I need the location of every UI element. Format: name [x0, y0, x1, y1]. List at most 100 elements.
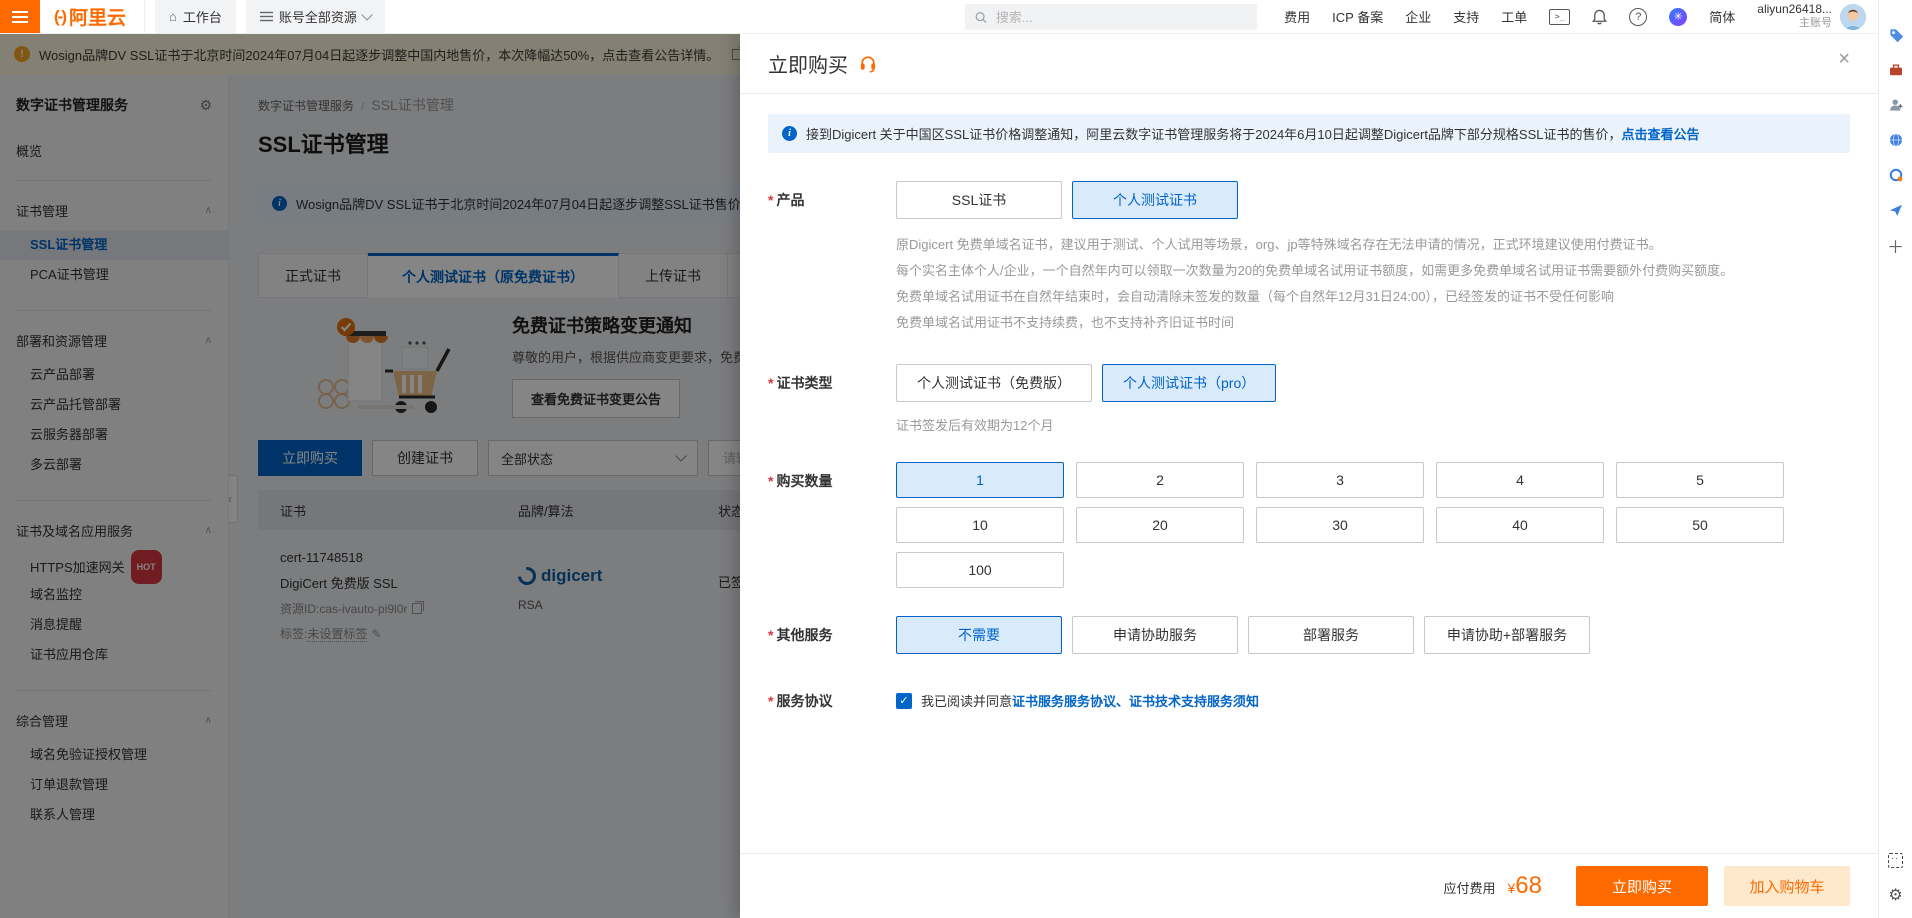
cert-type-option-free[interactable]: 个人测试证书（免费版）: [896, 364, 1092, 402]
quantity-option-1[interactable]: 1: [896, 462, 1064, 498]
home-icon: ⌂: [169, 10, 177, 23]
buy-drawer: 立即购买 × i 接到Digicert 关于中国区SSL证书价格调整通知，阿里云…: [740, 33, 1878, 918]
cert-type-note: 证书签发后有效期为12个月: [896, 415, 1850, 434]
quantity-option-50[interactable]: 50: [1616, 507, 1784, 543]
menu-enterprise[interactable]: 企业: [1405, 7, 1431, 26]
cert-type-option-pro[interactable]: 个人测试证书（pro）: [1102, 364, 1276, 402]
workbench-button[interactable]: ⌂ 工作台: [155, 0, 236, 33]
product-option-ssl[interactable]: SSL证书: [896, 181, 1062, 219]
agreement-label: *服务协议: [768, 682, 896, 711]
settings-gear-icon[interactable]: ⚙: [1887, 886, 1905, 904]
info-icon: i: [782, 126, 797, 141]
menu-support[interactable]: 支持: [1453, 7, 1479, 26]
quantity-option-20[interactable]: 20: [1076, 507, 1244, 543]
notifications-bell-icon[interactable]: [1592, 9, 1607, 25]
desc-line-4: 免费单域名试用证书不支持续费，也不支持补齐旧证书时间: [896, 310, 1850, 336]
price-adjustment-notice: i 接到Digicert 关于中国区SSL证书价格调整通知，阿里云数字证书管理服…: [768, 114, 1850, 153]
price-adjustment-text: 接到Digicert 关于中国区SSL证书价格调整通知，阿里云数字证书管理服务将…: [806, 124, 1700, 143]
service-option-none[interactable]: 不需要: [896, 616, 1062, 654]
account-name: aliyun26418...: [1757, 2, 1832, 17]
headset-support-icon[interactable]: [858, 53, 878, 73]
search-icon: [975, 11, 987, 24]
view-announcement-link[interactable]: 点击查看公告: [1622, 127, 1700, 142]
other-services-row: *其他服务 不需要 申请协助服务 部署服务 申请协助+部署服务: [768, 616, 1850, 654]
globe-icon[interactable]: [1887, 131, 1905, 149]
send-icon[interactable]: [1887, 201, 1905, 219]
close-icon[interactable]: ×: [1838, 49, 1850, 69]
desc-line-1: 原Digicert 免费单域名证书，建议用于测试、个人试用等场景，org、jp等…: [896, 232, 1850, 258]
quantity-row: *购买数量 1 2 3 4 5 10 20 30 40 50 100: [768, 462, 1850, 588]
hamburger-menu-icon[interactable]: [0, 0, 40, 33]
required-asterisk: *: [768, 192, 773, 208]
cert-type-label: *证书类型: [768, 364, 896, 434]
avatar[interactable]: [1840, 4, 1866, 30]
other-services-controls: 不需要 申请协助服务 部署服务 申请协助+部署服务: [896, 616, 1850, 654]
menu-icp[interactable]: ICP 备案: [1332, 7, 1383, 26]
topbar: (-) 阿里云 ⌂ 工作台 账号全部资源 费用 ICP 备案 企业 支持 工单 …: [0, 0, 1912, 34]
account-text: aliyun26418... 主账号: [1757, 2, 1832, 31]
product-description: 原Digicert 免费单域名证书，建议用于测试、个人试用等场景，org、jp等…: [896, 232, 1850, 336]
agreement-row: *服务协议 ✓ 我已阅读并同意证书服务服务协议、证书技术支持服务须知: [768, 682, 1850, 711]
product-option-personal-test[interactable]: 个人测试证书: [1072, 181, 1238, 219]
quantity-option-10[interactable]: 10: [896, 507, 1064, 543]
cert-type-row: *证书类型 个人测试证书（免费版） 个人测试证书（pro） 证书签发后有效期为1…: [768, 364, 1850, 434]
agreement-links[interactable]: 证书服务服务协议、证书技术支持服务须知: [1012, 694, 1259, 709]
toolbox-icon[interactable]: [1887, 61, 1905, 79]
storage-icon[interactable]: [1887, 166, 1905, 184]
service-option-deploy[interactable]: 部署服务: [1248, 616, 1414, 654]
agreement-text: 我已阅读并同意证书服务服务协议、证书技术支持服务须知: [921, 691, 1259, 710]
required-asterisk: *: [768, 375, 773, 391]
cert-type-controls: 个人测试证书（免费版） 个人测试证书（pro） 证书签发后有效期为12个月: [896, 364, 1850, 434]
quantity-option-40[interactable]: 40: [1436, 507, 1604, 543]
global-search[interactable]: [965, 4, 1257, 30]
agreement-controls: ✓ 我已阅读并同意证书服务服务协议、证书技术支持服务须知: [896, 682, 1850, 711]
language-switch[interactable]: 简体: [1709, 7, 1735, 26]
account-role: 主账号: [1757, 17, 1832, 31]
aliyun-logo-mark-icon: (-): [54, 7, 65, 27]
agreement-checkbox[interactable]: ✓: [896, 693, 912, 709]
quantity-option-30[interactable]: 30: [1256, 507, 1424, 543]
add-user-icon[interactable]: [1887, 96, 1905, 114]
quantity-option-100[interactable]: 100: [896, 552, 1064, 588]
account-menu[interactable]: aliyun26418... 主账号: [1757, 2, 1866, 31]
aliyun-logo[interactable]: (-) 阿里云: [54, 3, 126, 30]
add-to-cart-button[interactable]: 加入购物车: [1724, 866, 1850, 906]
quantity-option-5[interactable]: 5: [1616, 462, 1784, 498]
chevron-down-icon: [361, 9, 372, 20]
workbench-label: 工作台: [183, 7, 222, 26]
tongyi-assistant-icon[interactable]: ✳: [1669, 8, 1687, 26]
help-icon[interactable]: ?: [1629, 8, 1647, 26]
drawer-buy-now-button[interactable]: 立即购买: [1576, 866, 1708, 906]
product-row: *产品 SSL证书 个人测试证书 原Digicert 免费单域名证书，建议用于测…: [768, 181, 1850, 336]
quantity-option-3[interactable]: 3: [1256, 462, 1424, 498]
quantity-label: *购买数量: [768, 462, 896, 588]
price-amount: 68: [1515, 872, 1542, 899]
menu-billing[interactable]: 费用: [1284, 7, 1310, 26]
service-option-assist-deploy[interactable]: 申请协助+部署服务: [1424, 616, 1590, 654]
payable-amount: 应付费用 ¥68: [1443, 872, 1542, 900]
desc-line-3: 免费单域名试用证书在自然年结束时，会自动清除未签发的数量（每个自然年12月31日…: [896, 284, 1850, 310]
search-input[interactable]: [994, 9, 1247, 26]
divider: [144, 0, 145, 33]
price-tag-icon[interactable]: [1887, 26, 1905, 44]
required-asterisk: *: [768, 627, 773, 643]
right-toolbar-rail: ＋ ⚙: [1878, 0, 1912, 918]
drawer-body: i 接到Digicert 关于中国区SSL证书价格调整通知，阿里云数字证书管理服…: [740, 94, 1878, 853]
required-asterisk: *: [768, 473, 773, 489]
topbar-right: 费用 ICP 备案 企业 支持 工单 >_ ? ✳ 简体 aliyun26418…: [1284, 0, 1866, 33]
service-option-assist[interactable]: 申请协助服务: [1072, 616, 1238, 654]
menu-tickets[interactable]: 工单: [1501, 7, 1527, 26]
quantity-controls: 1 2 3 4 5 10 20 30 40 50 100: [896, 462, 1850, 588]
drawer-title: 立即购买: [768, 49, 848, 78]
price: ¥68: [1508, 872, 1543, 900]
plus-icon[interactable]: ＋: [1887, 236, 1905, 254]
screenshot-feedback-icon[interactable]: [1887, 851, 1905, 869]
desc-line-2: 每个实名主体个人/企业，一个自然年内可以领取一次数量为20的免费单域名试用证书额…: [896, 258, 1850, 284]
list-icon: [260, 11, 273, 22]
drawer-footer: 应付费用 ¥68 立即购买 加入购物车: [740, 853, 1878, 918]
quantity-option-4[interactable]: 4: [1436, 462, 1604, 498]
account-resources-dropdown[interactable]: 账号全部资源: [246, 0, 385, 33]
payable-label: 应付费用: [1443, 878, 1495, 897]
quantity-option-2[interactable]: 2: [1076, 462, 1244, 498]
cloudshell-icon[interactable]: >_: [1549, 9, 1570, 25]
